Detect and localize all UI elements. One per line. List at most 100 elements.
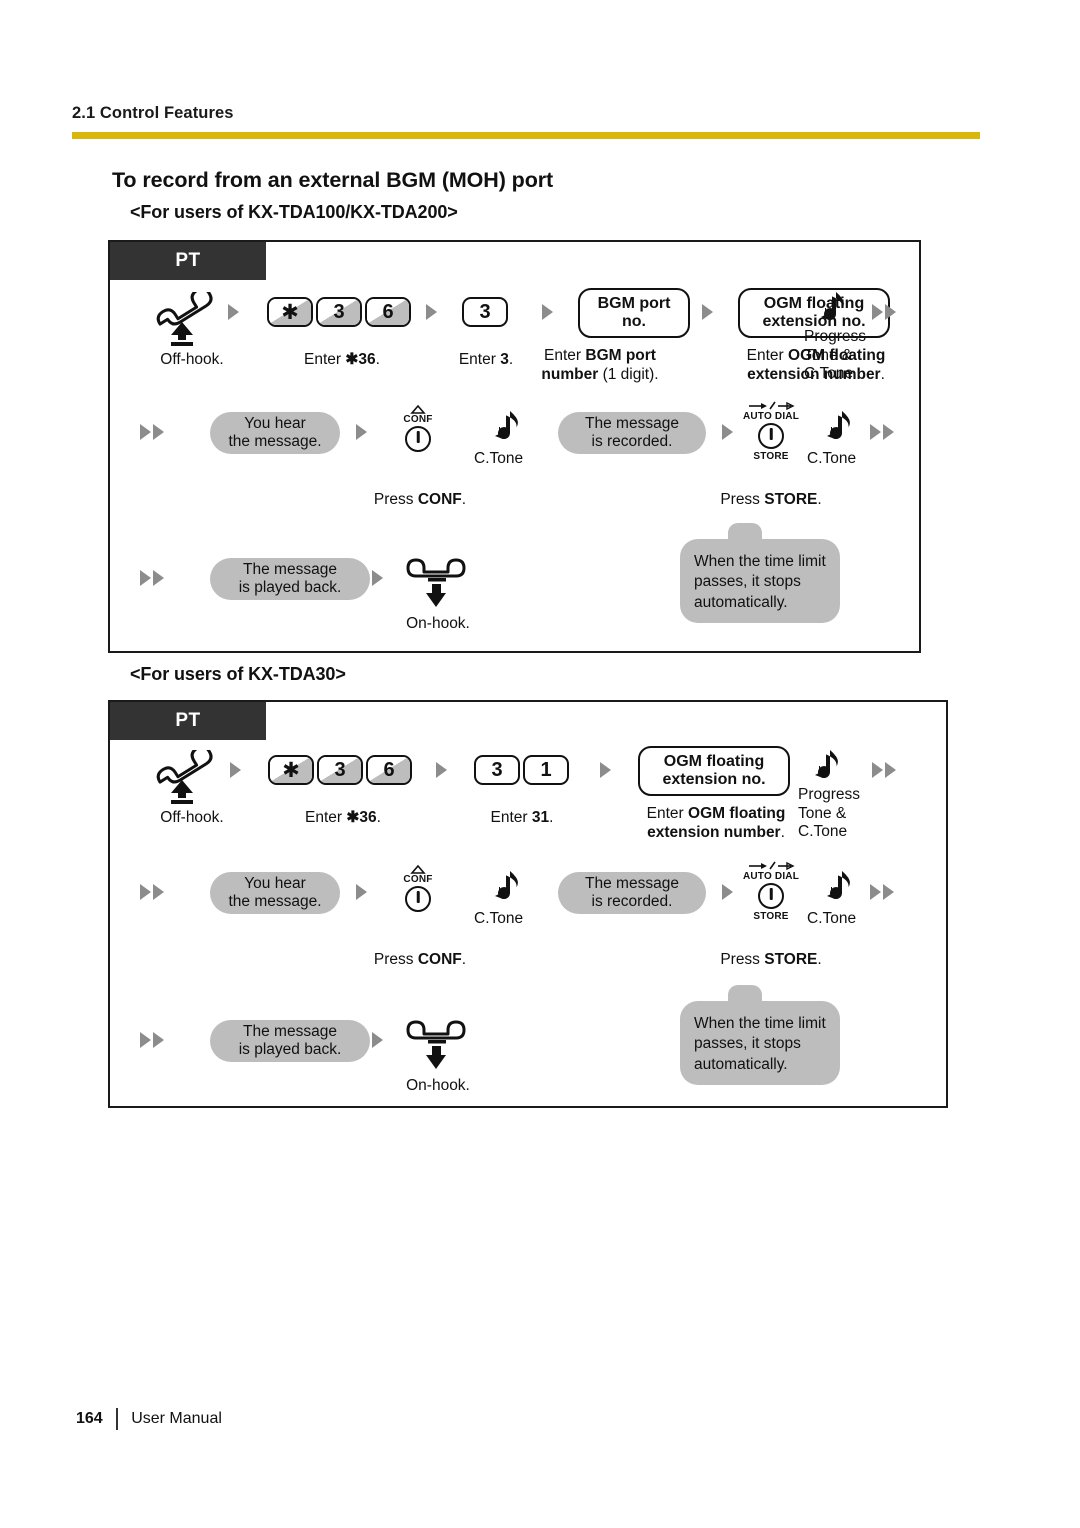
flow-arrow-icon-6 <box>722 424 733 440</box>
flow-arrow-icon <box>228 304 239 320</box>
key-3[interactable]: 3 <box>316 297 362 327</box>
flow-arrow-double-icon-8 <box>140 1032 164 1048</box>
caption-suffix: . <box>817 951 822 968</box>
caption-prefix: Enter <box>646 805 689 822</box>
caption-bold: ✱36 <box>345 351 376 368</box>
key-star[interactable]: ✱ <box>267 297 313 327</box>
caption-bold-2: extension number <box>647 824 781 842</box>
flow-arrow-icon-2 <box>426 304 437 320</box>
page-title: To record from an external BGM (MOH) por… <box>112 168 554 192</box>
flow-arrow-double-icon <box>872 304 896 320</box>
callout-text-2: When the time limit passes, it stops aut… <box>694 1015 826 1073</box>
caption-suffix: . <box>376 809 381 826</box>
caption-bold: CONF <box>417 951 462 968</box>
triangle-arrow-icon <box>436 762 447 778</box>
triangle-arrow-icon <box>870 884 881 900</box>
flow-arrow-icon-7 <box>372 570 383 586</box>
conf-button-icon[interactable]: CONF <box>391 405 445 452</box>
page-number: 164 <box>76 1410 103 1427</box>
bgm-port-no-box[interactable]: BGM port no. <box>578 288 690 338</box>
caption-bold: STORE <box>764 491 818 508</box>
handset-onhook-icon-2 <box>400 1016 476 1077</box>
keypad-three: 3 <box>462 297 508 327</box>
progress-tone-label: Progress Tone & C.Tone <box>804 328 867 383</box>
key-3-plain-label-2: 3 <box>491 759 503 781</box>
key-3-label: 3 <box>333 301 345 323</box>
triangle-arrow-icon <box>872 304 883 320</box>
caption-press-conf: Press CONF. <box>360 490 480 509</box>
triangle-arrow-icon-2 <box>883 424 894 440</box>
callout-tail-2 <box>728 985 762 1003</box>
key-3-plain-2[interactable]: 3 <box>474 755 520 785</box>
procedure-diagram-tda30: PT Off-hook. ✱ 3 6 Enter ✱36. 3 1 Enter <box>108 700 948 1108</box>
flow-arrow-double-icon-4 <box>140 570 164 586</box>
caption-bold: ✱36 <box>346 809 377 826</box>
caption-suffix: . <box>461 951 467 968</box>
triangle-arrow-icon <box>372 570 383 586</box>
footer-label: User Manual <box>131 1410 222 1427</box>
caption-bold: 3 <box>500 351 509 368</box>
ctone-label-2: C.Tone <box>807 450 857 467</box>
key-star-label-2: ✱ <box>282 758 300 782</box>
store-label-bottom: STORE <box>753 451 789 462</box>
store-button-icon-2[interactable]: AUTO DIAL STORE <box>734 860 808 922</box>
ogm-box-line1-2: OGM floating <box>663 753 765 771</box>
ctone-label-4: C.Tone <box>807 910 857 927</box>
ogm-floating-ext-box-2[interactable]: OGM floating extension no. <box>638 746 790 796</box>
store-label-top-2: AUTO DIAL <box>742 871 800 882</box>
ogm-box-line2-2: extension no. <box>662 771 766 788</box>
caption-prefix: Enter <box>490 809 532 826</box>
subtitle-tda30: <For users of KX-TDA30> <box>130 664 346 684</box>
flow-arrow-double-icon-2 <box>140 424 164 440</box>
key-star-2[interactable]: ✱ <box>268 755 314 785</box>
caption-bold: BGM port <box>585 347 656 364</box>
caption-enter-31: Enter 31. <box>462 808 582 827</box>
flow-arrow-icon-4 <box>702 304 713 320</box>
music-note-icon-5 <box>490 867 524 914</box>
triangle-arrow-icon-2 <box>153 884 164 900</box>
triangle-arrow-icon-2 <box>153 1032 164 1048</box>
handset-onhook-icon <box>400 554 476 615</box>
key-6[interactable]: 6 <box>365 297 411 327</box>
store-knob-2 <box>758 883 784 909</box>
handset-offhook-icon <box>148 287 228 353</box>
callout-time-limit: When the time limit passes, it stops aut… <box>680 523 840 624</box>
triangle-arrow-icon <box>140 570 151 586</box>
music-note-icon-2 <box>490 407 524 454</box>
section-label: 2.1 Control Features <box>72 104 234 122</box>
caption-suffix: . <box>780 824 785 842</box>
key-star-label: ✱ <box>281 300 299 324</box>
triangle-arrow-icon <box>722 424 733 440</box>
procedure-diagram-tda100-tda200: PT Off-hook. ✱ 3 6 Enter ✱36. 3 Enter 3. <box>108 240 921 653</box>
conf-button-icon-2[interactable]: CONF <box>391 865 445 912</box>
triangle-arrow-icon <box>426 304 437 320</box>
caption-prefix: Enter <box>304 351 346 368</box>
footer-divider <box>115 1408 119 1430</box>
conf-label-2: CONF <box>403 874 433 885</box>
caption-press-store: Press STORE. <box>710 490 832 509</box>
caption-enter-bgm-port: Enter BGM port number (1 digit). <box>510 346 690 384</box>
store-button-icon[interactable]: AUTO DIAL STORE <box>734 400 808 462</box>
store-label-top: AUTO DIAL <box>742 411 800 422</box>
triangle-arrow-icon-2 <box>153 424 164 440</box>
flow-arrow-icon-5 <box>356 424 367 440</box>
caption-onhook-2: On-hook. <box>406 1077 470 1094</box>
flow-arrow-icon-9 <box>436 762 447 778</box>
caption-bold: CONF <box>417 491 462 508</box>
music-note-icon-3 <box>822 407 856 454</box>
caption-prefix: Enter <box>458 351 501 368</box>
triangle-arrow-icon <box>230 762 241 778</box>
triangle-arrow-icon-2 <box>885 304 896 320</box>
triangle-arrow-icon <box>356 424 367 440</box>
triangle-arrow-icon-2 <box>153 570 164 586</box>
key-1-plain[interactable]: 1 <box>523 755 569 785</box>
caption-enter-feature-code: Enter ✱36. <box>267 350 417 369</box>
bubble-you-hear-message: You hear the message. <box>210 412 340 454</box>
key-3-plain[interactable]: 3 <box>462 297 508 327</box>
flow-arrow-icon-12 <box>722 884 733 900</box>
key-3-b[interactable]: 3 <box>317 755 363 785</box>
triangle-arrow-icon-2 <box>883 884 894 900</box>
conf-knob-2 <box>405 886 431 912</box>
key-6-b[interactable]: 6 <box>366 755 412 785</box>
store-knob <box>758 423 784 449</box>
